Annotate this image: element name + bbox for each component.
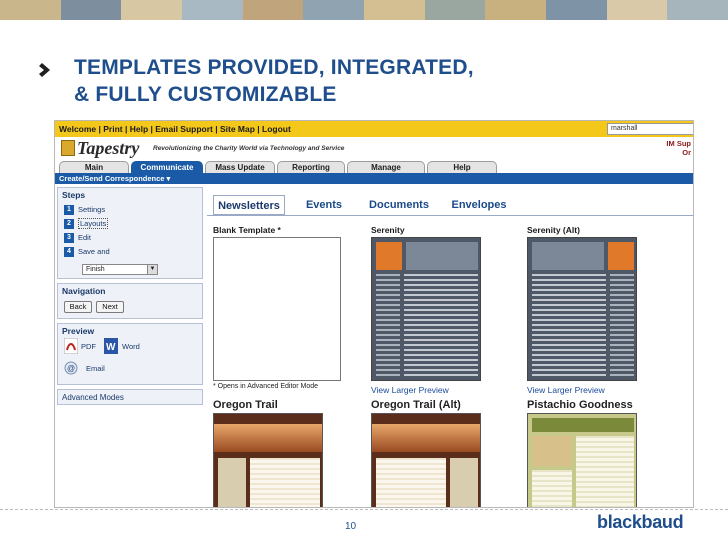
finish-select[interactable]: Finish ▼ [82,264,158,275]
flower-image [608,242,634,270]
serenity-view-larger-link[interactable]: View Larger Preview [371,385,449,395]
navigation-heading: Navigation [62,286,106,296]
top-link-bar: Welcome | Print | Help | Email Support |… [55,121,693,137]
app-logo: Tapestry [77,138,140,158]
template-gallery: Newsletters Events Documents Envelopes B… [207,187,693,507]
footer-divider [0,509,728,510]
pistachio-image [532,436,572,466]
tab-newsletters[interactable]: Newsletters [213,195,285,215]
advanced-modes-link[interactable]: Advanced Modes [62,393,124,402]
desert-image [214,424,322,452]
tapestry-logo-icon [61,140,75,156]
sub-nav-bar: Create/Send Correspondence ▾ [55,173,693,184]
serenity-title: Serenity [371,225,405,235]
tab-envelopes[interactable]: Envelopes [445,195,513,215]
email-label[interactable]: Email [86,364,105,373]
pdf-label[interactable]: PDF [81,342,96,351]
back-button[interactable]: Back [64,301,92,313]
step-number: 1 [64,204,74,215]
main-nav-tabs: Main Communicate Mass Update Reporting M… [55,159,693,173]
next-button[interactable]: Next [96,301,124,313]
page-number: 10 [345,521,357,532]
advanced-editor-note: * Opens in Advanced Editor Mode [213,383,319,390]
tab-manage[interactable]: Manage [347,161,425,173]
step-number: 3 [64,232,74,243]
oregon-trail-thumbnail[interactable] [213,413,323,507]
blackbaud-logo: blackbaud [597,512,684,532]
word-label[interactable]: Word [122,342,140,351]
svg-text:W: W [106,342,116,353]
svg-text:@: @ [67,364,75,373]
slide-title-line-2: & FULLY CUSTOMIZABLE [74,83,337,106]
tab-communicate[interactable]: Communicate [131,161,203,173]
step-label: Edit [78,233,91,242]
app-tagline: Revolutionizing the Charity World via Te… [153,145,345,152]
serenity-alt-thumbnail[interactable] [527,237,637,381]
slide-title-line-1: TEMPLATES PROVIDED, INTEGRATED, [74,56,474,79]
app-screenshot: Welcome | Print | Help | Email Support |… [54,120,694,508]
tab-events[interactable]: Events [297,195,351,215]
tab-help[interactable]: Help [427,161,497,173]
chevron-right-icon [39,63,50,77]
top-links[interactable]: Welcome | Print | Help | Email Support |… [59,124,291,134]
oregon-trail-alt-thumbnail[interactable] [371,413,481,507]
desert-image [372,424,480,452]
steps-heading: Steps [62,190,86,200]
logo-bar: Tapestry Revolutionizing the Charity Wor… [55,137,693,159]
sidebar: Steps 1 Settings 2 Layouts 3 Edit 4 Save… [57,187,205,505]
top-photo-strip [0,0,728,20]
serenity-alt-view-larger-link[interactable]: View Larger Preview [527,385,605,395]
chevron-down-icon: ▼ [147,265,157,274]
oregon-trail-title: Oregon Trail [213,399,278,411]
tab-main[interactable]: Main [59,161,129,173]
pistachio-goodness-title: Pistachio Goodness [527,399,633,411]
tab-mass-update[interactable]: Mass Update [205,161,275,173]
user-search-input[interactable]: marshall [607,123,693,135]
steps-panel: Steps 1 Settings 2 Layouts 3 Edit 4 Save… [57,187,203,279]
pistachio-goodness-thumbnail[interactable] [527,413,637,507]
preview-heading: Preview [62,326,95,336]
step-number: 2 [64,218,74,229]
step-label: Settings [78,205,106,214]
step-settings[interactable]: 1 Settings [64,204,105,215]
pdf-icon[interactable] [64,338,78,354]
tab-documents[interactable]: Documents [361,195,437,215]
step-save[interactable]: 4 Save and [64,246,110,257]
oregon-trail-alt-title: Oregon Trail (Alt) [371,399,461,411]
tab-divider [207,215,693,216]
step-label: Layouts [78,218,109,229]
slide-title: TEMPLATES PROVIDED, INTEGRATED, & FULLY … [74,54,474,108]
step-label: Save and [78,247,110,256]
step-number: 4 [64,246,74,257]
preview-panel: Preview PDF W Word @ Email [57,323,203,385]
advanced-modes-panel: Advanced Modes [57,389,203,405]
blank-template-title: Blank Template * [213,225,281,235]
serenity-alt-title: Serenity (Alt) [527,225,580,235]
word-icon[interactable]: W [104,338,118,354]
email-icon[interactable]: @ [64,360,78,376]
tab-reporting[interactable]: Reporting [277,161,345,173]
step-layouts[interactable]: 2 Layouts [64,218,109,229]
navigation-panel: Navigation Back Next [57,283,203,319]
serenity-thumbnail[interactable] [371,237,481,381]
flower-image [376,242,402,270]
blank-template-thumbnail[interactable] [213,237,341,381]
step-edit[interactable]: 3 Edit [64,232,91,243]
im-support-link[interactable]: IM Sup Or [666,139,691,157]
create-send-menu[interactable]: Create/Send Correspondence ▾ [59,174,170,183]
